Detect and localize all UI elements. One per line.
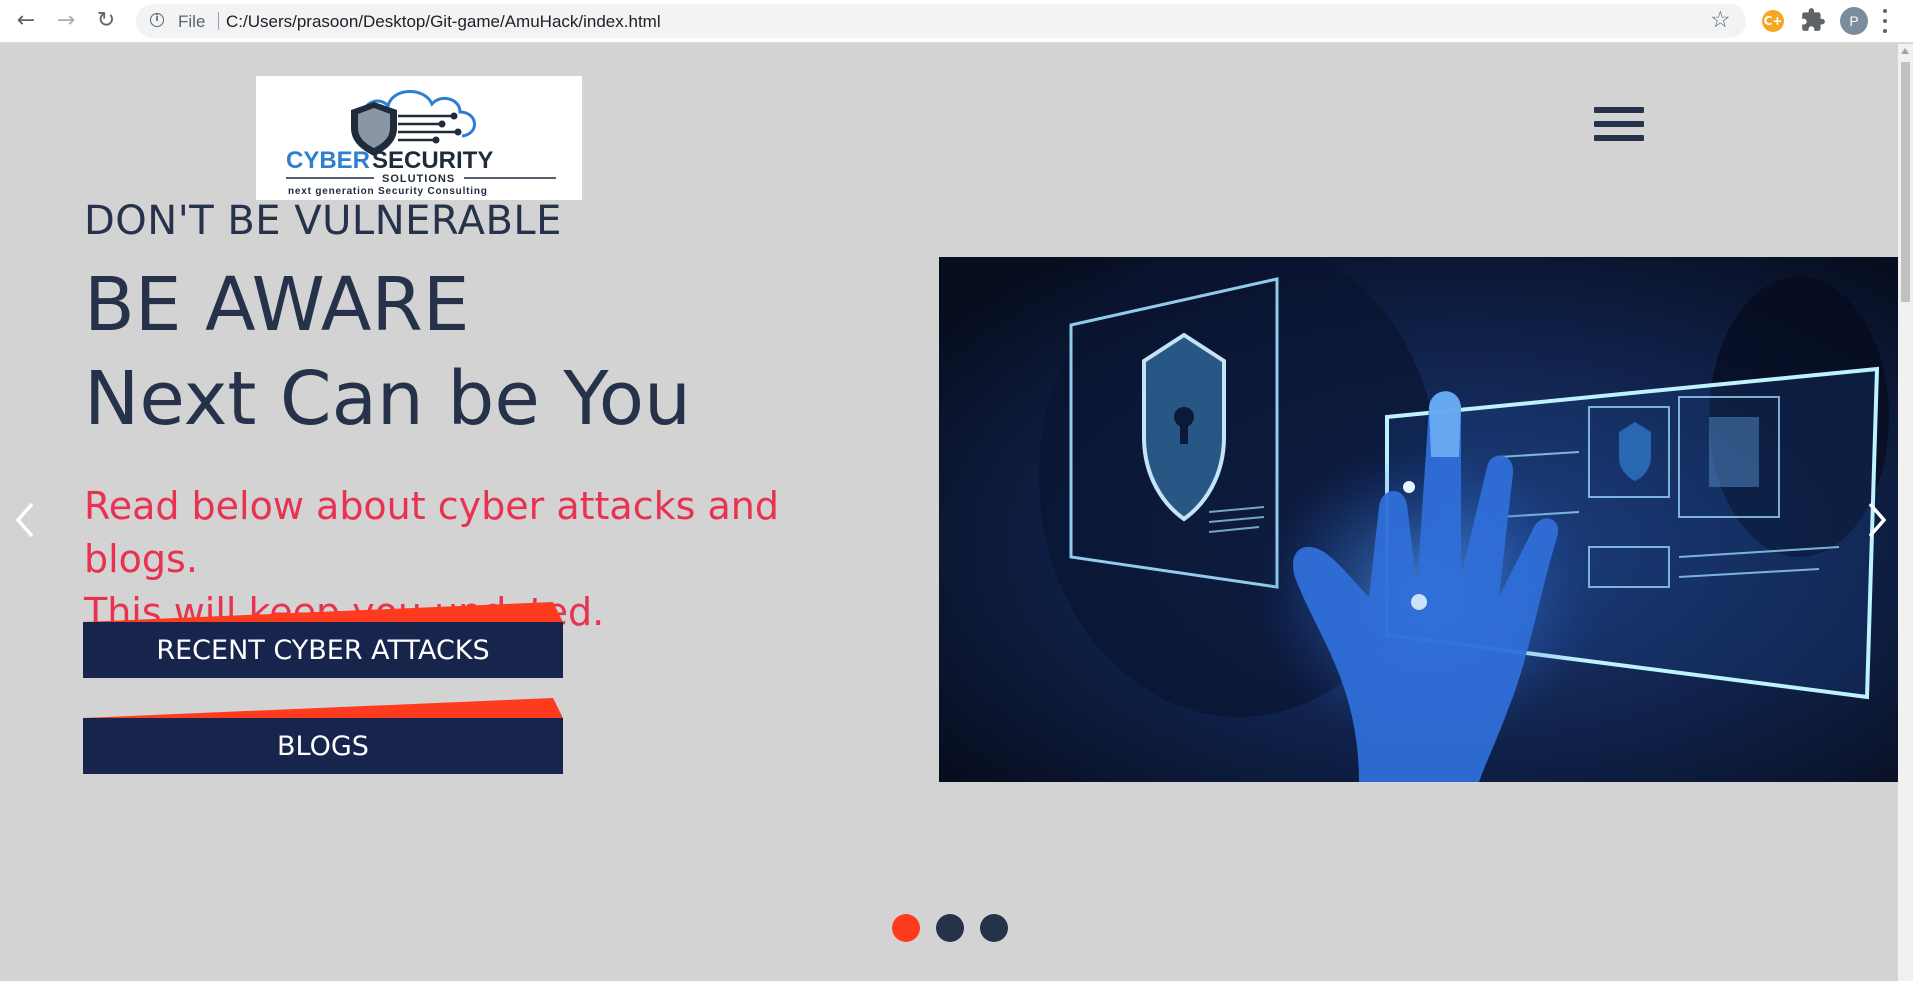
- logo-word-security: SECURITY: [372, 147, 493, 174]
- extension-icon[interactable]: C+: [1762, 10, 1784, 32]
- reload-icon[interactable]: ↻: [92, 7, 120, 35]
- url-text[interactable]: C:/Users/prasoon/Desktop/Git-game/AmuHac…: [226, 12, 661, 32]
- carousel-dot-3[interactable]: [980, 914, 1008, 942]
- info-icon[interactable]: i: [150, 13, 164, 27]
- hero-headline-1: BE AWARE: [84, 262, 470, 348]
- browser-toolbar: ← → ↻ i File C:/Users/prasoon/Desktop/Gi…: [0, 0, 1913, 43]
- address-separator: [218, 12, 219, 30]
- profile-avatar[interactable]: P: [1840, 7, 1868, 35]
- logo-graphic: CYBER SECURITY SOLUTIONS next generation…: [286, 90, 556, 197]
- hero-headline-2: Next Can be You: [84, 356, 691, 442]
- carousel-next-arrow-icon[interactable]: [1862, 500, 1892, 540]
- site-logo[interactable]: CYBER SECURITY SOLUTIONS next generation…: [256, 76, 582, 200]
- blogs-button[interactable]: BLOGS: [83, 718, 563, 774]
- extensions-puzzle-icon[interactable]: [1800, 7, 1826, 33]
- page-scrollbar[interactable]: [1898, 44, 1913, 981]
- cta-accent-stripe: [83, 602, 563, 622]
- browser-menu-icon[interactable]: [1882, 9, 1888, 33]
- scroll-up-arrow-icon[interactable]: [1901, 48, 1909, 54]
- logo-tagline: next generation Security Consulting: [288, 186, 488, 197]
- hero-cybersecurity-image: [939, 257, 1899, 782]
- recent-cyber-attacks-button[interactable]: RECENT CYBER ATTACKS: [83, 622, 563, 678]
- logo-solutions: SOLUTIONS: [382, 173, 455, 185]
- logo-word-cyber: CYBER: [286, 147, 370, 174]
- bookmark-star-icon[interactable]: ☆: [1710, 7, 1731, 33]
- hero-lede-line-1: Read below about cyber attacks and blogs…: [84, 484, 779, 581]
- hero-kicker: DON'T BE VULNERABLE: [84, 198, 562, 244]
- forward-arrow-icon[interactable]: →: [52, 7, 80, 35]
- file-scheme-label: File: [178, 12, 206, 31]
- cta-accent-stripe: [83, 698, 563, 718]
- carousel-prev-arrow-icon[interactable]: [10, 500, 40, 540]
- address-bar[interactable]: i File C:/Users/prasoon/Desktop/Git-game…: [136, 4, 1746, 38]
- hamburger-menu-icon[interactable]: [1594, 107, 1644, 141]
- carousel-dot-2[interactable]: [936, 914, 964, 942]
- scrollbar-thumb[interactable]: [1901, 62, 1910, 302]
- carousel-dot-1[interactable]: [892, 914, 920, 942]
- carousel-indicators: [892, 914, 1008, 944]
- back-arrow-icon[interactable]: ←: [12, 7, 40, 35]
